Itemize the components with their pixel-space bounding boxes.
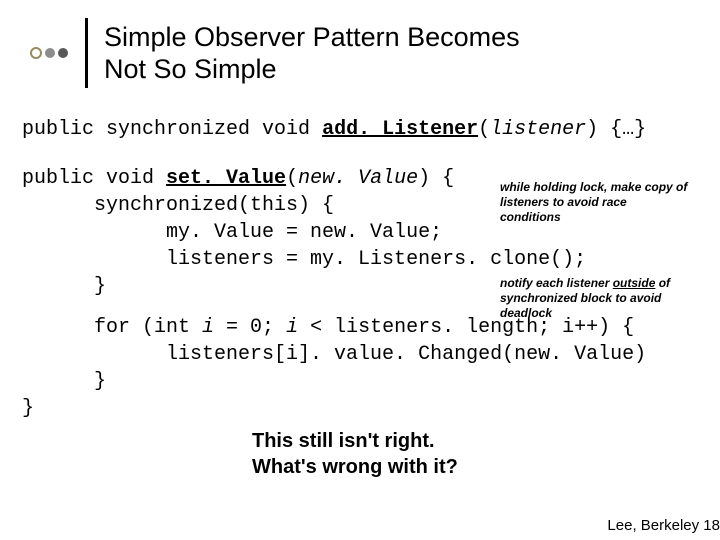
code-text: ) {: [418, 167, 454, 190]
code-text: for (int: [22, 316, 202, 339]
code-line: listeners[i]. value. Changed(new. Value): [22, 341, 700, 368]
code-text: my. Value = new. Value;: [22, 221, 442, 244]
title-divider: [85, 18, 88, 88]
question-block: This still isn't right. What's wrong wit…: [252, 428, 700, 480]
code-text: (: [286, 167, 298, 190]
code-text: ) {…}: [586, 118, 646, 141]
annotation-race: while holding lock, make copy of listene…: [500, 180, 690, 225]
code-text: }: [22, 397, 34, 420]
code-line: public synchronized void add. Listener(l…: [22, 116, 700, 143]
decorative-bullets: [30, 47, 71, 59]
code-text: }: [22, 370, 106, 393]
code-text: synchronized(this) {: [22, 194, 334, 217]
bullet-dot: [58, 48, 68, 58]
code-line: }: [22, 395, 700, 422]
title-line2: Not So Simple: [104, 54, 277, 84]
code-method: add. Listener: [322, 118, 478, 141]
code-param: listener: [490, 118, 586, 141]
slide-header: Simple Observer Pattern Becomes Not So S…: [0, 0, 720, 98]
slide-title: Simple Observer Pattern Becomes Not So S…: [104, 21, 520, 86]
slide-body: public synchronized void add. Listener(l…: [0, 98, 720, 480]
bullet-dot: [45, 48, 55, 58]
code-method: set. Value: [166, 167, 286, 190]
code-text: public synchronized void: [22, 118, 322, 141]
slide-footer: Lee, Berkeley 18: [607, 517, 720, 534]
code-text: listeners[i]. value. Changed(new. Value): [22, 343, 646, 366]
code-var: i: [286, 316, 298, 339]
code-text: }: [22, 275, 106, 298]
annotation-deadlock: notify each listener outside of synchron…: [500, 276, 690, 321]
title-line1: Simple Observer Pattern Becomes: [104, 22, 520, 52]
code-var: i: [202, 316, 214, 339]
code-text: listeners = my. Listeners. clone();: [22, 248, 586, 271]
question-line: What's wrong with it?: [252, 456, 458, 478]
bullet-dot: [30, 47, 42, 59]
annotation-text: notify each listener: [500, 276, 613, 290]
annotation-underline: outside: [613, 276, 656, 290]
question-line: This still isn't right.: [252, 430, 435, 452]
code-line: listeners = my. Listeners. clone();: [22, 246, 700, 273]
code-text: public void: [22, 167, 166, 190]
code-text: (: [478, 118, 490, 141]
code-param: new. Value: [298, 167, 418, 190]
spacer: [22, 143, 700, 165]
annotation-text: while holding lock, make copy of listene…: [500, 180, 687, 224]
code-line: }: [22, 368, 700, 395]
code-text: = 0;: [214, 316, 286, 339]
